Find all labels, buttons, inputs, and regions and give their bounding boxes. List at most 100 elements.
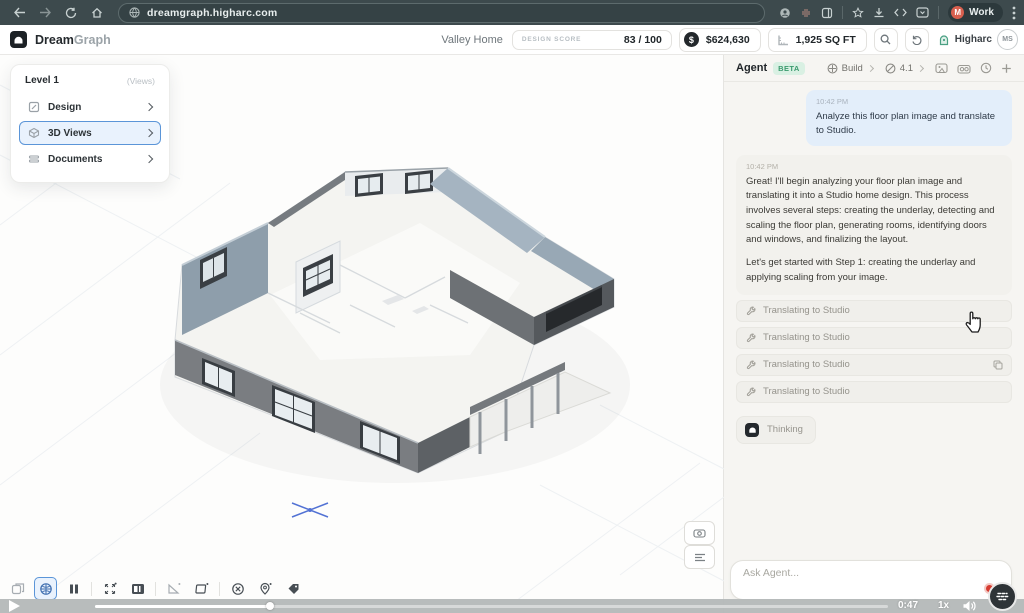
orbit-tool-button[interactable] <box>34 577 57 600</box>
agent-title: Agent <box>736 62 767 74</box>
chevron-right-icon <box>145 103 153 111</box>
pause-bars-icon <box>68 583 80 595</box>
snapshot-icon[interactable] <box>935 62 948 74</box>
ruler-icon <box>777 34 789 46</box>
camera-icon <box>693 528 706 538</box>
copy-icon[interactable] <box>993 360 1003 370</box>
reload-icon[interactable] <box>60 4 82 22</box>
mode-selector[interactable]: Build <box>827 63 873 74</box>
list-lines-icon <box>694 553 706 562</box>
design-score-field[interactable]: DESIGN SCORE 83 / 100 <box>512 30 672 50</box>
sidebar-item-documents[interactable]: Documents <box>19 147 161 171</box>
floorplan-view-button[interactable] <box>126 577 149 600</box>
angle-tool-button[interactable] <box>162 577 185 600</box>
playback-speed[interactable]: 1x <box>938 600 949 611</box>
pin-tool-button[interactable] <box>254 577 277 600</box>
sidebar-item-design[interactable]: Design <box>19 95 161 119</box>
home-icon[interactable] <box>86 4 108 22</box>
screen: dreamgraph.higharc.com M Work DreamGraph <box>0 0 1024 613</box>
play-button[interactable] <box>9 600 20 612</box>
account-menu[interactable]: Higharc MS <box>938 29 1018 50</box>
model-selector[interactable]: 4.1 <box>885 63 923 74</box>
bookmark-star-icon[interactable] <box>852 7 864 19</box>
history-icon[interactable] <box>980 62 992 74</box>
user-avatar[interactable]: MS <box>997 29 1018 50</box>
agent-input[interactable] <box>731 561 1011 599</box>
tool-call-row[interactable]: Translating to Studio <box>736 327 1012 349</box>
back-icon[interactable] <box>8 4 30 22</box>
section-box-icon <box>131 583 145 595</box>
dollar-icon: $ <box>684 32 699 47</box>
level-panel: Level 1 (Views) Design 3D Views <box>10 64 170 183</box>
dev-code-icon[interactable] <box>894 7 907 18</box>
design-score-value: 83 / 100 <box>624 34 662 46</box>
message-timestamp: 10:42 PM <box>816 97 1002 106</box>
site-info-icon[interactable] <box>129 7 140 18</box>
expand-arrows-icon <box>103 582 117 596</box>
origin-axis <box>292 503 328 517</box>
user-message-text: Analyze this floor plan image and transl… <box>816 110 1002 138</box>
agent-panel-header: Agent BETA Build 4.1 <box>724 55 1024 82</box>
browser-profile-button[interactable]: M Work <box>948 3 1003 22</box>
frames-icon <box>11 582 25 596</box>
tab-search-icon[interactable] <box>916 7 929 18</box>
project-name[interactable]: Valley Home <box>441 34 503 46</box>
scrubber-progress <box>95 605 270 608</box>
extension-overlay-button[interactable] <box>988 582 1017 611</box>
side-panel-icon[interactable] <box>821 7 833 19</box>
agent-input-container <box>730 560 1012 600</box>
level-context: (Views) <box>127 76 155 86</box>
higharc-arch-icon <box>10 31 27 48</box>
volume-icon[interactable] <box>962 599 977 613</box>
forward-icon[interactable] <box>34 4 56 22</box>
divider <box>155 582 156 596</box>
video-time: 0:47 <box>898 600 918 611</box>
url-bar[interactable]: dreamgraph.higharc.com <box>118 3 765 23</box>
search-button[interactable] <box>874 28 898 52</box>
tool-wrench-icon <box>746 333 756 343</box>
documents-icon <box>28 153 40 165</box>
cost-pill[interactable]: $ $624,630 <box>679 28 761 52</box>
tag-icon <box>287 583 300 595</box>
tool-call-row[interactable]: Translating to Studio <box>736 300 1012 322</box>
move-tool-button[interactable] <box>98 577 121 600</box>
app-title: DreamGraph <box>35 33 111 47</box>
tool-call-row[interactable]: Translating to Studio <box>736 381 1012 403</box>
chat-history[interactable]: 10:42 PM Analyze this floor plan image a… <box>724 82 1024 551</box>
area-pill[interactable]: 1,925 SQ FT <box>768 28 867 52</box>
download-icon[interactable] <box>873 7 885 19</box>
camera-capture-icon[interactable] <box>957 63 971 74</box>
layers-list-button[interactable] <box>684 545 715 569</box>
section-tool-button[interactable] <box>62 577 85 600</box>
divider <box>842 6 843 19</box>
chevron-down-icon <box>867 64 874 71</box>
cost-value: $624,630 <box>706 34 750 46</box>
tag-tool-button[interactable] <box>282 577 305 600</box>
chevron-down-icon <box>917 64 924 71</box>
kebab-menu-icon[interactable] <box>1012 6 1016 20</box>
undo-icon <box>911 34 922 45</box>
password-key-icon[interactable] <box>779 7 791 19</box>
video-scrubber[interactable] <box>95 605 888 608</box>
extension-glyph-icon <box>996 591 1009 602</box>
level-title: Level 1 <box>25 75 59 86</box>
thinking-status: Thinking <box>736 416 816 444</box>
app-logo[interactable]: DreamGraph <box>10 31 111 48</box>
new-chat-plus-icon[interactable] <box>1001 63 1012 74</box>
view-camera-button[interactable] <box>684 521 715 545</box>
tool-call-row[interactable]: Translating to Studio <box>736 354 1012 376</box>
agent-message-paragraph: Let's get started with Step 1: creating … <box>746 256 1002 285</box>
viewport-3d[interactable]: Level 1 (Views) Design 3D Views <box>0 55 724 613</box>
search-icon <box>880 34 891 45</box>
tool-wrench-icon <box>746 306 756 316</box>
area-tool-button[interactable] <box>190 577 213 600</box>
undo-button[interactable] <box>905 28 929 52</box>
sidebar-item-3d-views[interactable]: 3D Views <box>19 121 161 145</box>
extension-icon[interactable] <box>800 7 812 19</box>
frames-tool-button[interactable] <box>6 577 29 600</box>
orbit-icon <box>39 582 53 596</box>
tool-wrench-icon <box>746 387 756 397</box>
angle-icon <box>167 582 181 595</box>
hide-tool-button[interactable] <box>226 577 249 600</box>
agent-message: 10:42 PM Great! I'll begin analyzing you… <box>736 155 1012 295</box>
